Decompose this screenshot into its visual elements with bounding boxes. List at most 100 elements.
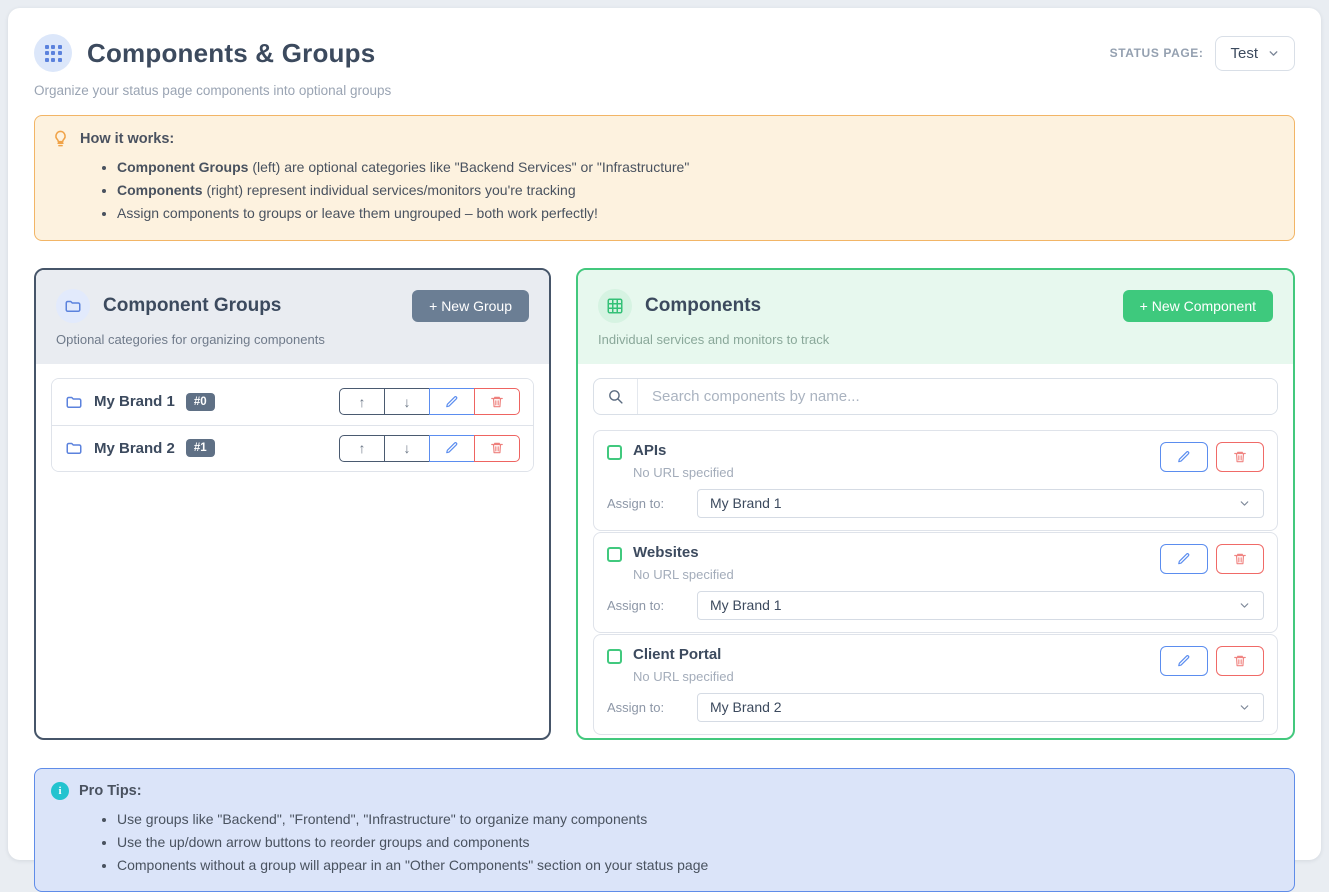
page-header: Components & Groups STATUS PAGE: Test xyxy=(34,34,1295,72)
lightbulb-icon xyxy=(51,129,70,148)
move-group-up-button[interactable]: ↑ xyxy=(339,388,385,415)
pro-tips-list: Use groups like "Backend", "Frontend", "… xyxy=(51,808,1278,878)
component-url-status: No URL specified xyxy=(633,669,1160,684)
group-order-badge: #1 xyxy=(186,439,215,457)
new-component-button[interactable]: + New Component xyxy=(1123,290,1273,322)
search-input[interactable] xyxy=(638,379,1277,414)
edit-group-button[interactable] xyxy=(429,388,475,415)
pencil-icon xyxy=(1177,552,1191,566)
component-url-status: No URL specified xyxy=(633,465,1160,480)
components-icon-circle xyxy=(598,289,632,323)
group-name: My Brand 1 xyxy=(94,393,175,410)
main-card: Components & Groups STATUS PAGE: Test Or… xyxy=(8,8,1321,860)
status-page-select[interactable]: Test xyxy=(1215,36,1295,71)
how-it-works-title: How it works: xyxy=(80,131,174,147)
list-item: Use the up/down arrow buttons to reorder… xyxy=(117,831,1278,854)
chevron-down-icon xyxy=(1238,599,1251,612)
info-icon: i xyxy=(51,782,69,800)
status-page-label: STATUS PAGE: xyxy=(1110,46,1204,60)
delete-group-button[interactable] xyxy=(474,435,520,462)
assign-to-label: Assign to: xyxy=(607,496,697,511)
group-actions: ↑ ↓ xyxy=(339,388,520,415)
status-page-value: Test xyxy=(1230,45,1258,62)
trash-icon xyxy=(490,441,504,455)
down-arrow-icon: ↓ xyxy=(404,440,411,456)
trash-icon xyxy=(490,395,504,409)
how-it-works-box: How it works: Component Groups (left) ar… xyxy=(34,115,1295,241)
delete-component-button[interactable] xyxy=(1216,544,1264,574)
edit-component-button[interactable] xyxy=(1160,442,1208,472)
list-item: Components without a group will appear i… xyxy=(117,854,1278,877)
components-panel-title: Components xyxy=(645,295,1123,317)
list-item: Assign components to groups or leave the… xyxy=(117,202,1278,225)
groups-panel-header: Component Groups + New Group Optional ca… xyxy=(36,270,549,364)
list-item: Component Groups (left) are optional cat… xyxy=(117,156,1278,179)
component-name: Websites xyxy=(633,544,1160,561)
chevron-down-icon xyxy=(1267,47,1280,60)
group-actions: ↑ ↓ xyxy=(339,435,520,462)
assign-to-label: Assign to: xyxy=(607,598,697,613)
move-group-down-button[interactable]: ↓ xyxy=(384,388,430,415)
component-checkbox[interactable] xyxy=(607,445,622,460)
group-row: My Brand 2 #1 ↑ ↓ xyxy=(52,425,533,471)
edit-component-button[interactable] xyxy=(1160,544,1208,574)
assign-group-select[interactable]: My Brand 2 xyxy=(697,693,1264,722)
delete-component-button[interactable] xyxy=(1216,646,1264,676)
up-arrow-icon: ↑ xyxy=(359,394,366,410)
assign-group-select[interactable]: My Brand 1 xyxy=(697,591,1264,620)
delete-component-button[interactable] xyxy=(1216,442,1264,472)
group-row: My Brand 1 #0 ↑ ↓ xyxy=(52,379,533,425)
assign-group-select[interactable]: My Brand 1 xyxy=(697,489,1264,518)
assigned-group-value: My Brand 2 xyxy=(710,699,782,715)
group-name: My Brand 2 xyxy=(94,440,175,457)
edit-component-button[interactable] xyxy=(1160,646,1208,676)
component-name: APIs xyxy=(633,442,1160,459)
component-card: APIs No URL specified Assign to: M xyxy=(593,430,1278,531)
pencil-icon xyxy=(445,441,459,455)
chevron-down-icon xyxy=(1238,701,1251,714)
assigned-group-value: My Brand 1 xyxy=(710,495,782,511)
chevron-down-icon xyxy=(1238,497,1251,510)
folder-icon xyxy=(64,297,82,315)
edit-group-button[interactable] xyxy=(429,435,475,462)
components-panel: Components + New Component Individual se… xyxy=(576,268,1295,740)
search-bar xyxy=(593,378,1278,415)
folder-icon-circle xyxy=(56,289,90,323)
component-card: Websites No URL specified Assign to: xyxy=(593,532,1278,633)
trash-icon xyxy=(1233,552,1247,566)
group-list: My Brand 1 #0 ↑ ↓ My Brand 2 #1 xyxy=(51,378,534,472)
components-panel-subtitle: Individual services and monitors to trac… xyxy=(598,332,1273,347)
search-icon-segment xyxy=(594,379,638,414)
list-item: Use groups like "Backend", "Frontend", "… xyxy=(117,808,1278,831)
status-page-picker: STATUS PAGE: Test xyxy=(1110,36,1295,71)
trash-icon xyxy=(1233,450,1247,464)
component-checkbox[interactable] xyxy=(607,547,622,562)
group-order-badge: #0 xyxy=(186,393,215,411)
pencil-icon xyxy=(445,395,459,409)
component-card: Client Portal No URL specified Assign to… xyxy=(593,634,1278,735)
assigned-group-value: My Brand 1 xyxy=(710,597,782,613)
component-checkbox[interactable] xyxy=(607,649,622,664)
components-panel-header: Components + New Component Individual se… xyxy=(578,270,1293,364)
group-folder-icon xyxy=(65,393,83,411)
pro-tips-title: Pro Tips: xyxy=(79,783,142,799)
move-group-up-button[interactable]: ↑ xyxy=(339,435,385,462)
components-grid-dots-icon xyxy=(34,34,72,72)
trash-icon xyxy=(1233,654,1247,668)
up-arrow-icon: ↑ xyxy=(359,440,366,456)
groups-panel-subtitle: Optional categories for organizing compo… xyxy=(56,332,529,347)
component-url-status: No URL specified xyxy=(633,567,1160,582)
component-name: Client Portal xyxy=(633,646,1160,663)
header-title-block: Components & Groups xyxy=(34,34,375,72)
assign-to-label: Assign to: xyxy=(607,700,697,715)
group-folder-icon xyxy=(65,439,83,457)
page-title: Components & Groups xyxy=(87,38,375,69)
down-arrow-icon: ↓ xyxy=(404,394,411,410)
page-subtitle: Organize your status page components int… xyxy=(34,83,1295,98)
component-list: APIs No URL specified Assign to: M xyxy=(593,430,1278,735)
delete-group-button[interactable] xyxy=(474,388,520,415)
component-groups-panel: Component Groups + New Group Optional ca… xyxy=(34,268,551,740)
move-group-down-button[interactable]: ↓ xyxy=(384,435,430,462)
grid-table-icon xyxy=(606,297,624,315)
new-group-button[interactable]: + New Group xyxy=(412,290,529,322)
